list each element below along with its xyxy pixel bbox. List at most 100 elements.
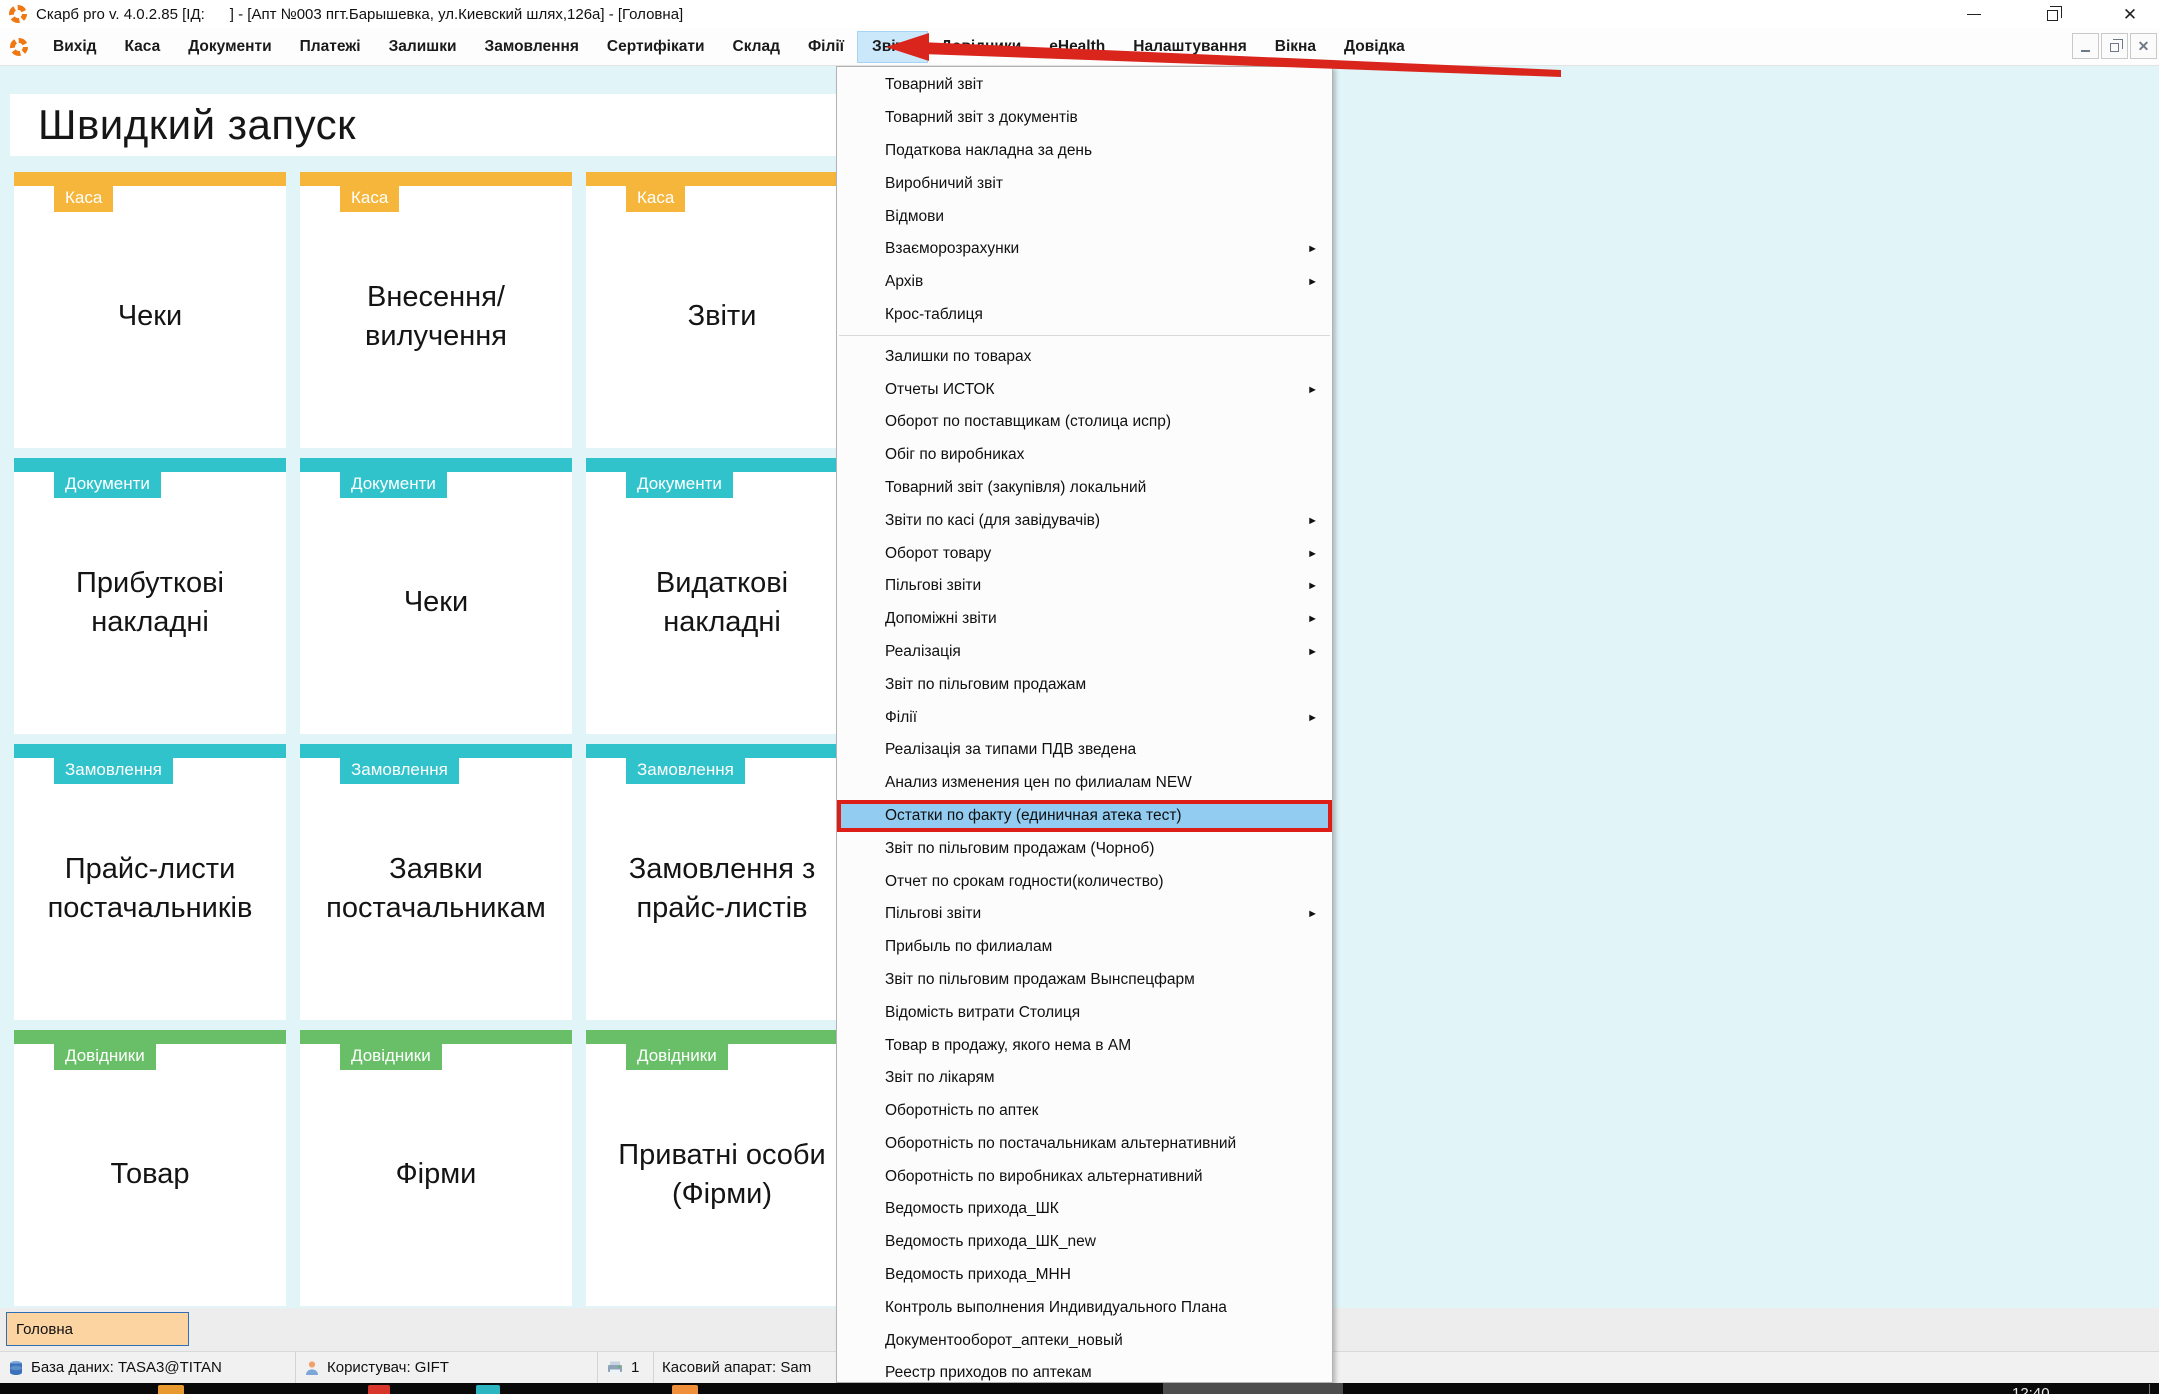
taskbar[interactable]: 12:40 [0,1383,2159,1394]
quick-launch-tile[interactable]: ДокументиВидаткові накладні [586,458,858,734]
reports-menu-item[interactable]: Філії► [837,701,1332,734]
reports-menu-item[interactable]: Архів► [837,266,1332,299]
menubar-item-13[interactable]: Налаштування [1119,32,1261,62]
reports-menu-item[interactable]: Взаєморозрахунки ► [837,233,1332,266]
reports-menu-item[interactable]: Товар в продажу, якого нема в АМ [837,1029,1332,1062]
reports-menu-item[interactable]: Податкова накладна за день [837,135,1332,168]
menubar-item-11[interactable]: Довідники [927,32,1036,62]
reports-menu-item[interactable]: Пільгові звіти► [837,898,1332,931]
reports-menu-item[interactable]: Ведомость прихода_ШК_new [837,1226,1332,1259]
taskbar-icon[interactable] [158,1385,184,1394]
menubar-item-4[interactable]: Платежі [286,32,375,62]
close-button[interactable]: ✕ [2115,1,2145,27]
reports-menu-item[interactable]: Оборот по поставщикам (столица испр) [837,406,1332,439]
reports-menu-item[interactable]: Обіг по виробниках [837,439,1332,472]
submenu-arrow-icon: ► [1307,580,1318,592]
menu-item-label: Взаєморозрахунки [885,240,1019,258]
menu-item-label: Крос-таблиця [885,306,983,324]
reports-menu-item[interactable]: Реестр приходов по аптекам [837,1357,1332,1383]
menu-item-label: Отчет по срокам годности(количество) [885,873,1164,891]
reports-menu-item[interactable]: Оборотність по постачальникам альтернати… [837,1128,1332,1161]
quick-launch-tile[interactable]: КасаЧеки [14,172,286,448]
menubar-item-3[interactable]: Документи [174,32,285,62]
reports-menu-item[interactable]: Ведомость прихода_МНН [837,1259,1332,1292]
menubar-item-15[interactable]: Довідка [1330,32,1419,62]
menu-separator [839,335,1330,336]
taskbar-divider [2149,1384,2150,1394]
quick-launch-tile[interactable]: ДовідникиФірми [300,1030,572,1306]
mdi-minimize-button[interactable] [2072,33,2099,59]
reports-menu-item[interactable]: Отчеты ИСТОК► [837,373,1332,406]
menubar-item-10[interactable]: Звіти [858,32,927,62]
menubar-item-8[interactable]: Склад [719,32,794,62]
quick-launch-tile[interactable]: ЗамовленняПрайс-листи постачальників [14,744,286,1020]
quick-launch-tile[interactable]: КасаЗвіти [586,172,858,448]
reports-menu-item[interactable]: Товарний звіт [837,69,1332,102]
menubar-item-9[interactable]: Філії [794,32,858,62]
reports-menu-item[interactable]: Реалізація за типами ПДВ зведена [837,734,1332,767]
taskbar-icon[interactable] [672,1385,698,1394]
reports-menu-item[interactable]: Відмови [837,200,1332,233]
reports-menu-item[interactable]: Залишки по товарах [837,340,1332,373]
reports-menu-item[interactable]: Звіт по пільговим продажам Вынспецфарм [837,964,1332,997]
reports-menu-item[interactable]: Оборотність по виробниках альтернативний [837,1160,1332,1193]
menubar-item-2[interactable]: Каса [111,32,175,62]
reports-menu-item[interactable]: Ведомость прихода_ШК [837,1193,1332,1226]
menu-item-label: Остатки по факту (единичная атека тест) [885,807,1182,825]
menu-item-label: Реестр приходов по аптекам [885,1364,1092,1382]
reports-menu-item[interactable]: Оборотність по аптек [837,1095,1332,1128]
menu-item-label: Документооборот_аптеки_новый [885,1332,1123,1350]
taskbar-window-button[interactable] [1163,1383,1343,1394]
quick-launch-tile[interactable]: КасаВнесення/вилучення [300,172,572,448]
tile-label: Фірми [300,1044,572,1306]
tile-label: Прибуткові накладні [14,472,286,734]
reports-menu-item[interactable]: Відомість витрати Столиця [837,996,1332,1029]
menu-item-label: Товарний звіт [885,76,983,94]
reports-menu-item[interactable]: Прибыль по филиалам [837,931,1332,964]
reports-menu-item[interactable]: Отчет по срокам годности(количество) [837,865,1332,898]
menubar-item-6[interactable]: Замовлення [471,32,593,62]
reports-menu-item[interactable]: Реалізація► [837,636,1332,669]
tab-holovna[interactable]: Головна [6,1312,189,1346]
reports-menu-item[interactable]: Виробничий звіт [837,167,1332,200]
reports-menu-item[interactable]: Товарний звіт з документів [837,102,1332,135]
quick-launch-tile[interactable]: ДовідникиТовар [14,1030,286,1306]
reports-menu-item[interactable]: Звіт по пільговим продажам (Чорноб) [837,832,1332,865]
submenu-arrow-icon: ► [1307,646,1318,658]
reports-menu-item[interactable]: Крос-таблиця [837,299,1332,332]
quick-launch-tile[interactable]: ЗамовленняЗамовлення з прайс-листів [586,744,858,1020]
reports-menu-item[interactable]: Оборот товару► [837,537,1332,570]
reports-menu-item[interactable]: Анализ изменения цен по филиалам NEW [837,767,1332,800]
menu-item-label: Оборотність по постачальникам альтернати… [885,1135,1236,1153]
menubar-item-14[interactable]: Вікна [1261,32,1330,62]
menubar-item-7[interactable]: Сертифікати [593,32,719,62]
reports-menu-item[interactable]: Товарний звіт (закупівля) локальний [837,472,1332,505]
reports-menu-item[interactable]: Звіти по касі (для завідувачів)► [837,504,1332,537]
taskbar-icon[interactable] [476,1385,500,1394]
app-logo-icon [8,4,28,24]
menu-item-label: Звіт по пільговим продажам [885,676,1086,694]
submenu-arrow-icon: ► [1307,243,1318,255]
quick-launch-tile[interactable]: ДовідникиПриватні особи (Фірми) [586,1030,858,1306]
quick-launch-tile[interactable]: ДокументиЧеки [300,458,572,734]
taskbar-icon[interactable] [368,1385,390,1394]
reports-menu-item[interactable]: Остатки по факту (единичная атека тест) [837,800,1332,833]
reports-menu-item[interactable]: Звіт по лікарям [837,1062,1332,1095]
reports-menu-item[interactable]: Звіт по пільговим продажам [837,668,1332,701]
reports-menu-item[interactable]: Пільгові звіти► [837,570,1332,603]
minimize-button[interactable] [1959,1,1989,27]
quick-launch-tile[interactable]: ДокументиПрибуткові накладні [14,458,286,734]
menu-item-label: Оборотність по виробниках альтернативний [885,1168,1203,1186]
menu-item-label: Товар в продажу, якого нема в АМ [885,1037,1131,1055]
reports-menu-item[interactable]: Контроль выполнения Индивидуального План… [837,1291,1332,1324]
reports-menu-item[interactable]: Документооборот_аптеки_новый [837,1324,1332,1357]
menubar-item-12[interactable]: eHealth [1035,32,1119,62]
mdi-restore-button[interactable] [2101,33,2128,59]
restore-button[interactable] [2037,1,2067,27]
quick-launch-tile[interactable]: ЗамовленняЗаявки постачальникам [300,744,572,1020]
user-label: Користувач: GIFT [327,1359,449,1376]
menubar-item-1[interactable]: Вихід [39,32,111,62]
menubar-item-5[interactable]: Залишки [375,32,471,62]
mdi-close-button[interactable]: ✕ [2130,33,2157,59]
reports-menu-item[interactable]: Допоміжні звіти► [837,603,1332,636]
